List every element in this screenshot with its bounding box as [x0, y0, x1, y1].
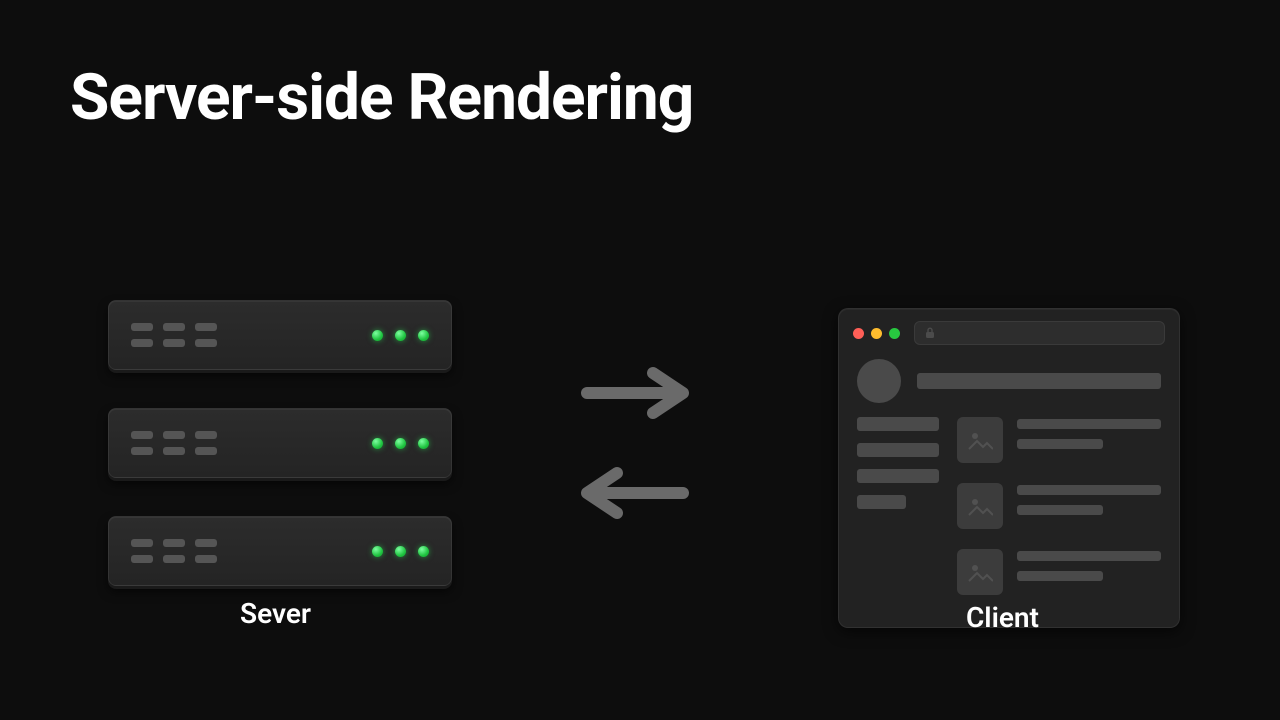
diagram-stage: Sever Client — [0, 270, 1280, 650]
arrows — [570, 365, 700, 521]
browser-window — [838, 308, 1180, 628]
led-icon — [418, 546, 429, 557]
drive-bays-icon — [131, 323, 217, 347]
led-icon — [372, 546, 383, 557]
led-icon — [418, 438, 429, 449]
arrow-right-icon — [575, 365, 695, 421]
zoom-dot-icon — [889, 328, 900, 339]
image-placeholder-icon — [957, 483, 1003, 529]
headline-placeholder-icon — [917, 373, 1161, 389]
sidebar-placeholder-icon — [857, 417, 939, 613]
minimize-dot-icon — [871, 328, 882, 339]
status-leds — [372, 330, 429, 341]
led-icon — [418, 330, 429, 341]
server-unit — [108, 516, 452, 586]
led-icon — [372, 438, 383, 449]
drive-bays-icon — [131, 431, 217, 455]
led-icon — [395, 438, 406, 449]
image-placeholder-icon — [957, 417, 1003, 463]
feed-placeholder-icon — [957, 417, 1161, 613]
lock-icon — [925, 327, 935, 339]
status-leds — [372, 438, 429, 449]
page-title: Server-side Rendering — [70, 60, 693, 135]
page-body-icon — [853, 417, 1165, 613]
arrow-left-icon — [575, 465, 695, 521]
url-bar — [914, 321, 1165, 345]
browser-chrome — [853, 321, 1165, 345]
card-placeholder-icon — [957, 417, 1161, 463]
led-icon — [395, 546, 406, 557]
close-dot-icon — [853, 328, 864, 339]
server-unit — [108, 300, 452, 370]
led-icon — [372, 330, 383, 341]
avatar-icon — [857, 359, 901, 403]
server-stack — [108, 300, 452, 586]
led-icon — [395, 330, 406, 341]
status-leds — [372, 546, 429, 557]
page-header-icon — [853, 359, 1165, 403]
image-placeholder-icon — [957, 549, 1003, 595]
traffic-lights-icon — [853, 328, 900, 339]
card-placeholder-icon — [957, 549, 1161, 595]
drive-bays-icon — [131, 539, 217, 563]
card-placeholder-icon — [957, 483, 1161, 529]
client-label: Client — [966, 601, 1039, 634]
server-unit — [108, 408, 452, 478]
server-label: Sever — [240, 597, 311, 630]
